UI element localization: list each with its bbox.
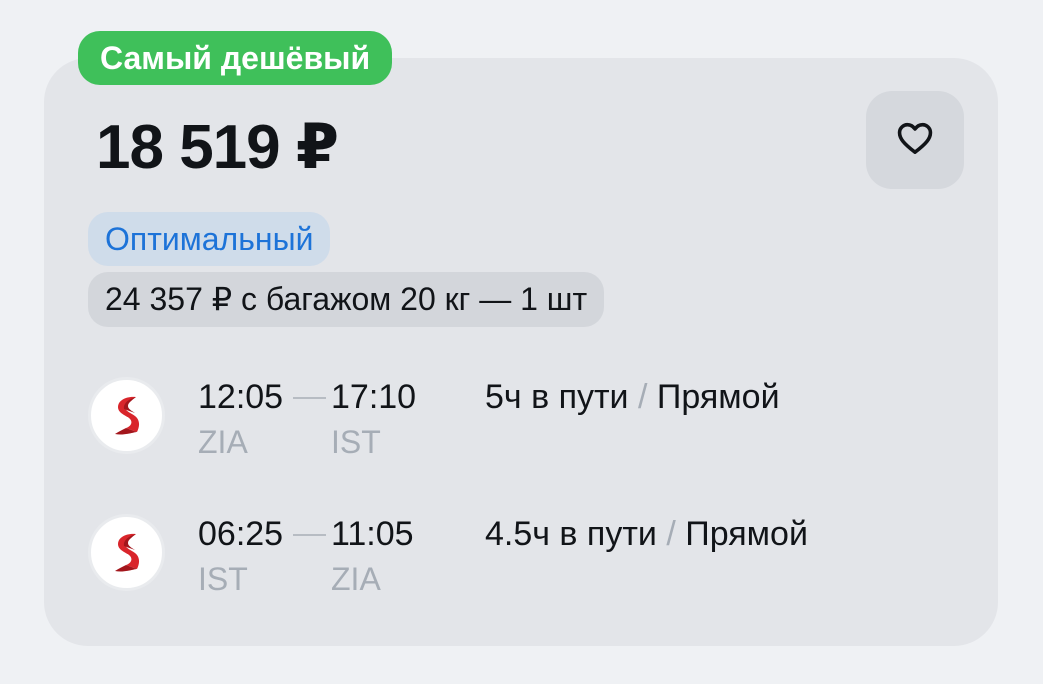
arrival-airport-code: ZIA — [331, 561, 381, 597]
departure-airport-code: IST — [198, 561, 248, 597]
tariff-chip[interactable]: Оптимальный — [88, 212, 331, 266]
flight-segment-return: 06:25 11:05 IST ZIA 4.5ч в пути / Прямой — [88, 514, 968, 614]
arrival-airport-code: IST — [331, 424, 381, 460]
airline-logo-icon — [88, 514, 165, 591]
offer-price: 18 519 ₽ — [96, 113, 339, 182]
flight-stops: Прямой — [685, 515, 808, 553]
flight-info: 5ч в пути / Прямой — [485, 377, 780, 417]
info-separator: / — [638, 378, 648, 416]
flight-duration: 4.5ч в пути — [485, 515, 657, 553]
baggage-option-chip[interactable]: 24 357 ₽ с багажом 20 кг — 1 шт — [88, 272, 605, 327]
arrival-time: 11:05 — [331, 515, 414, 553]
cheapest-badge: Самый дешёвый — [78, 31, 393, 85]
time-separator — [293, 534, 326, 536]
favorite-button[interactable] — [866, 91, 964, 189]
airline-logo-icon — [88, 377, 165, 454]
flight-segment-outbound: 12:05 17:10 ZIA IST 5ч в пути / Прямой — [88, 377, 968, 477]
heart-icon — [896, 121, 934, 160]
arrival-time: 17:10 — [331, 378, 417, 416]
info-separator: / — [666, 515, 676, 553]
departure-time: 12:05 — [198, 378, 284, 416]
flight-info: 4.5ч в пути / Прямой — [485, 514, 808, 554]
departure-airport-code: ZIA — [198, 424, 248, 460]
flight-stops: Прямой — [656, 378, 780, 416]
flight-duration: 5ч в пути — [485, 378, 629, 416]
departure-time: 06:25 — [198, 515, 284, 553]
time-separator — [293, 397, 326, 399]
